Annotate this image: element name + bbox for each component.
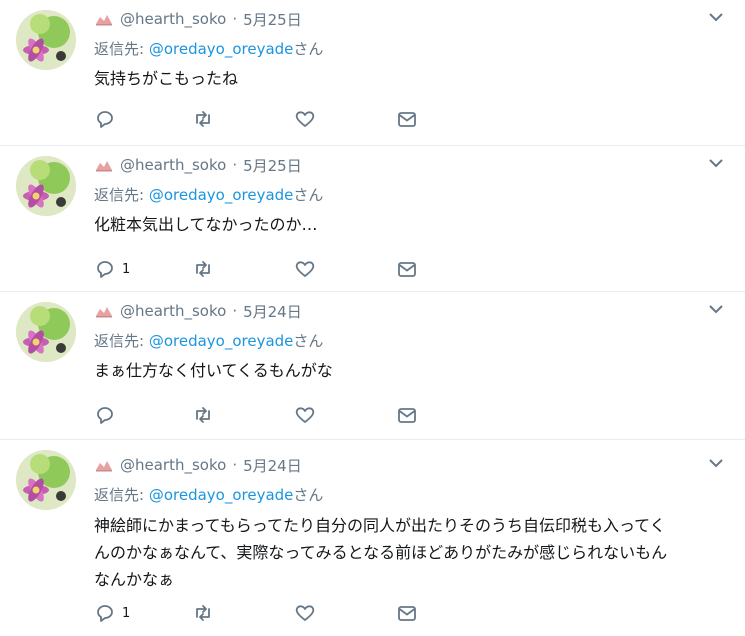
retweet-icon [196,111,210,127]
separator-dot: · [232,302,238,320]
avatar[interactable] [16,450,76,510]
dm-button[interactable] [396,258,418,280]
reply-icon [97,605,113,622]
envelope-icon [398,606,416,621]
reply-to-label: 返信先: [94,332,149,350]
user-badge-icon [96,461,112,472]
tweet-text-line: 神絵師にかまってもらってたり自分の同人が出たりそのうち自伝印税も入ってく [94,516,666,535]
avatar[interactable] [16,156,76,216]
reply-button[interactable] [94,404,122,426]
envelope-icon [398,112,416,127]
tweet-text-line: んのかなぁなんて、実際なってみるとなる前ほどありがたみが感じられないもん [94,543,668,562]
reply-mention[interactable]: @oredayo_oreyade [149,186,294,204]
reply-to: 返信先: @oredayo_oreyadeさん [94,330,323,351]
reply-mention[interactable]: @oredayo_oreyade [149,40,294,58]
like-button[interactable] [294,602,316,624]
tweet-date[interactable]: 5月25日 [243,155,302,176]
tweet-header: @hearth_soko · 5月25日 [94,8,302,30]
separator-dot: · [232,456,238,474]
dm-button[interactable] [396,108,418,130]
avatar[interactable] [16,302,76,362]
reply-to-label: 返信先: [94,486,149,504]
retweet-button[interactable] [192,404,214,426]
heart-icon [295,605,315,621]
like-button[interactable] [294,258,316,280]
reply-button[interactable] [94,108,122,130]
reply-button[interactable]: 1 [94,258,130,280]
tweet[interactable]: @hearth_soko · 5月24日 返信先: @oredayo_oreya… [0,292,745,440]
reply-suffix: さん [293,486,324,504]
tweet-header: @hearth_soko · 5月25日 [94,154,302,176]
tweet-text-line: 化粧本気出してなかったのか… [94,215,318,234]
reply-mention[interactable]: @oredayo_oreyade [149,486,294,504]
tweet[interactable]: @hearth_soko · 5月25日 返信先: @oredayo_oreya… [0,146,745,292]
separator-dot: · [232,156,238,174]
reply-suffix: さん [293,186,324,204]
reply-suffix: さん [293,332,324,350]
envelope-icon [398,408,416,423]
separator-dot: · [232,10,238,28]
tweet-date[interactable]: 5月24日 [243,301,302,322]
user-handle[interactable]: @hearth_soko [120,456,226,474]
heart-icon [295,261,315,277]
tweet-text: 化粧本気出してなかったのか… [94,212,724,237]
tweet-feed: @hearth_soko · 5月25日 返信先: @oredayo_oreya… [0,0,745,636]
user-handle[interactable]: @hearth_soko [120,156,226,174]
user-badge-icon [96,307,112,318]
tweet-header: @hearth_soko · 5月24日 [94,454,302,476]
user-handle[interactable]: @hearth_soko [120,10,226,28]
user-badge-icon [96,161,112,172]
chevron-down-icon[interactable] [707,156,725,170]
reply-to: 返信先: @oredayo_oreyadeさん [94,184,323,205]
dm-button[interactable] [396,602,418,624]
reply-button[interactable]: 1 [94,602,130,624]
tweet-text: 神絵師にかまってもらってたり自分の同人が出たりそのうち自伝印税も入ってく んのか… [94,512,724,593]
reply-count: 1 [122,605,131,621]
retweet-button[interactable] [192,602,214,624]
reply-to-label: 返信先: [94,186,149,204]
tweet-text-line: まぁ仕方なく付いてくるもんがな [94,361,333,380]
retweet-button[interactable] [192,258,214,280]
tweet-text: 気持ちがこもったね [94,66,724,91]
tweet-date[interactable]: 5月24日 [243,455,302,476]
tweet-text-line: 気持ちがこもったね [94,69,239,88]
envelope-icon [398,262,416,277]
heart-icon [295,111,315,127]
tweet-header: @hearth_soko · 5月24日 [94,300,302,322]
avatar[interactable] [16,10,76,70]
reply-to: 返信先: @oredayo_oreyadeさん [94,38,323,59]
user-badge-icon [96,15,112,26]
tweet-text-line: なんかなぁ [94,570,175,589]
like-button[interactable] [294,404,316,426]
heart-icon [295,407,315,423]
reply-suffix: さん [293,40,324,58]
chevron-down-icon[interactable] [707,10,725,24]
reply-count: 1 [122,261,131,277]
reply-icon [97,261,113,278]
tweet-date[interactable]: 5月25日 [243,9,302,30]
tweet[interactable]: @hearth_soko · 5月24日 返信先: @oredayo_oreya… [0,440,745,636]
chevron-down-icon[interactable] [707,302,725,316]
dm-button[interactable] [396,404,418,426]
retweet-icon [196,407,210,423]
retweet-button[interactable] [192,108,214,130]
retweet-icon [196,261,210,277]
tweet[interactable]: @hearth_soko · 5月25日 返信先: @oredayo_oreya… [0,0,745,146]
reply-to-label: 返信先: [94,40,149,58]
chevron-down-icon[interactable] [707,456,725,470]
retweet-icon [196,605,210,621]
tweet-text: まぁ仕方なく付いてくるもんがな [94,358,724,383]
reply-icon [97,407,113,424]
reply-icon [97,111,113,128]
reply-to: 返信先: @oredayo_oreyadeさん [94,484,323,505]
reply-mention[interactable]: @oredayo_oreyade [149,332,294,350]
like-button[interactable] [294,108,316,130]
user-handle[interactable]: @hearth_soko [120,302,226,320]
